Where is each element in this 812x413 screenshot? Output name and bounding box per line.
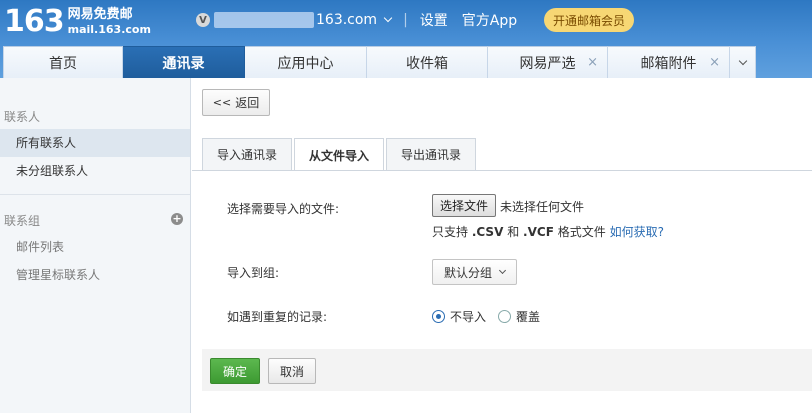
sidebar-divider (0, 194, 190, 195)
chevron-down-icon[interactable] (383, 13, 393, 23)
radio-unselected-icon (498, 310, 511, 323)
subtab-export-contacts[interactable]: 导出通讯录 (386, 138, 477, 170)
contacts-section-header: 联系人 (4, 110, 41, 124)
group-label: 导入到组: (227, 266, 280, 280)
tab-home[interactable]: 首页 (3, 46, 123, 78)
account-area: V 163.com | 设置 官方App (196, 9, 531, 31)
tab-app-center[interactable]: 应用中心 (245, 46, 367, 78)
tab-label: 邮箱附件 (640, 55, 697, 72)
subtab-import-from-file[interactable]: 从文件导入 (294, 138, 385, 171)
group-select-value: 默认分组 (444, 265, 493, 280)
back-button[interactable]: << 返回 (202, 89, 270, 116)
tab-label: 收件箱 (406, 55, 448, 72)
top-header: 163 网易免费邮 mail.163.com V 163.com | 设置 官方… (0, 0, 812, 78)
tab-yanxuan[interactable]: 网易严选 × (488, 46, 608, 78)
subtab-import-contacts[interactable]: 导入通讯录 (202, 138, 293, 170)
sidebar-item-manage-starred[interactable]: 管理星标联系人 (0, 261, 190, 289)
main-tabs: 首页 通讯录 应用中心 收件箱 网易严选 × 邮箱附件 × (0, 46, 756, 78)
radio-selected-icon (432, 310, 445, 323)
file-label: 选择需要导入的文件: (227, 202, 340, 216)
sidebar-item-mail-list[interactable]: 邮件列表 (0, 233, 190, 261)
import-subtabs: 导入通讯录 从文件导入 导出通讯录 (202, 138, 478, 171)
tab-label: 首页 (49, 55, 77, 72)
logo[interactable]: 163 网易免费邮 mail.163.com (4, 4, 151, 40)
vip-level-icon: V (196, 13, 210, 27)
cancel-button[interactable]: 取消 (268, 358, 316, 384)
action-bar: 确定 取消 (202, 349, 812, 391)
sidebar-item-all-contacts[interactable]: 所有联系人 (0, 129, 190, 157)
subtab-divider (192, 170, 812, 171)
choose-file-button[interactable]: 选择文件 (432, 194, 496, 217)
logo-number: 163 (4, 4, 65, 39)
back-chevron-icon: << (212, 96, 232, 109)
sidebar-item-ungrouped[interactable]: 未分组联系人 (0, 157, 190, 185)
logo-domain: mail.163.com (67, 23, 151, 36)
radio-no-import[interactable]: 不导入 (432, 308, 486, 325)
chevron-down-icon (738, 56, 747, 65)
close-icon[interactable]: × (587, 55, 598, 70)
tab-inbox[interactable]: 收件箱 (367, 46, 488, 78)
back-label: 返回 (235, 96, 260, 110)
tab-contacts[interactable]: 通讯录 (123, 46, 245, 78)
tabs-more-button[interactable] (730, 46, 756, 78)
tab-attachments[interactable]: 邮箱附件 × (608, 46, 730, 78)
settings-link[interactable]: 设置 (420, 10, 448, 30)
duplicate-label: 如遇到重复的记录: (227, 310, 328, 324)
file-status: 未选择任何文件 (500, 200, 585, 214)
groups-section-header: 联系组 (4, 214, 41, 228)
official-app-link[interactable]: 官方App (462, 10, 517, 30)
group-select[interactable]: 默认分组 (432, 259, 517, 285)
chevron-down-icon (498, 266, 507, 274)
sidebar: 联系人 所有联系人 未分组联系人 联系组 + 邮件列表 管理星标联系人 (0, 78, 191, 413)
format-support-note: 只支持 .CSV 和 .VCF 格式文件 如何获取? (432, 225, 664, 239)
radio-overwrite[interactable]: 覆盖 (498, 308, 540, 325)
tab-label: 通讯录 (162, 55, 205, 72)
how-to-get-link[interactable]: 如何获取? (610, 225, 664, 239)
tab-label: 应用中心 (277, 55, 334, 72)
account-domain[interactable]: 163.com (316, 12, 377, 28)
close-icon[interactable]: × (709, 55, 720, 70)
account-name-redacted[interactable] (214, 12, 314, 28)
confirm-button[interactable]: 确定 (210, 358, 260, 384)
add-group-icon[interactable]: + (171, 213, 183, 225)
main-content: << 返回 导入通讯录 从文件导入 导出通讯录 选择需要导入的文件: 选择文件 … (192, 78, 812, 413)
open-vip-button[interactable]: 开通邮箱会员 (544, 8, 634, 32)
header-divider: | (403, 12, 408, 28)
tab-label: 网易严选 (519, 55, 576, 72)
logo-name: 网易免费邮 (67, 7, 133, 22)
